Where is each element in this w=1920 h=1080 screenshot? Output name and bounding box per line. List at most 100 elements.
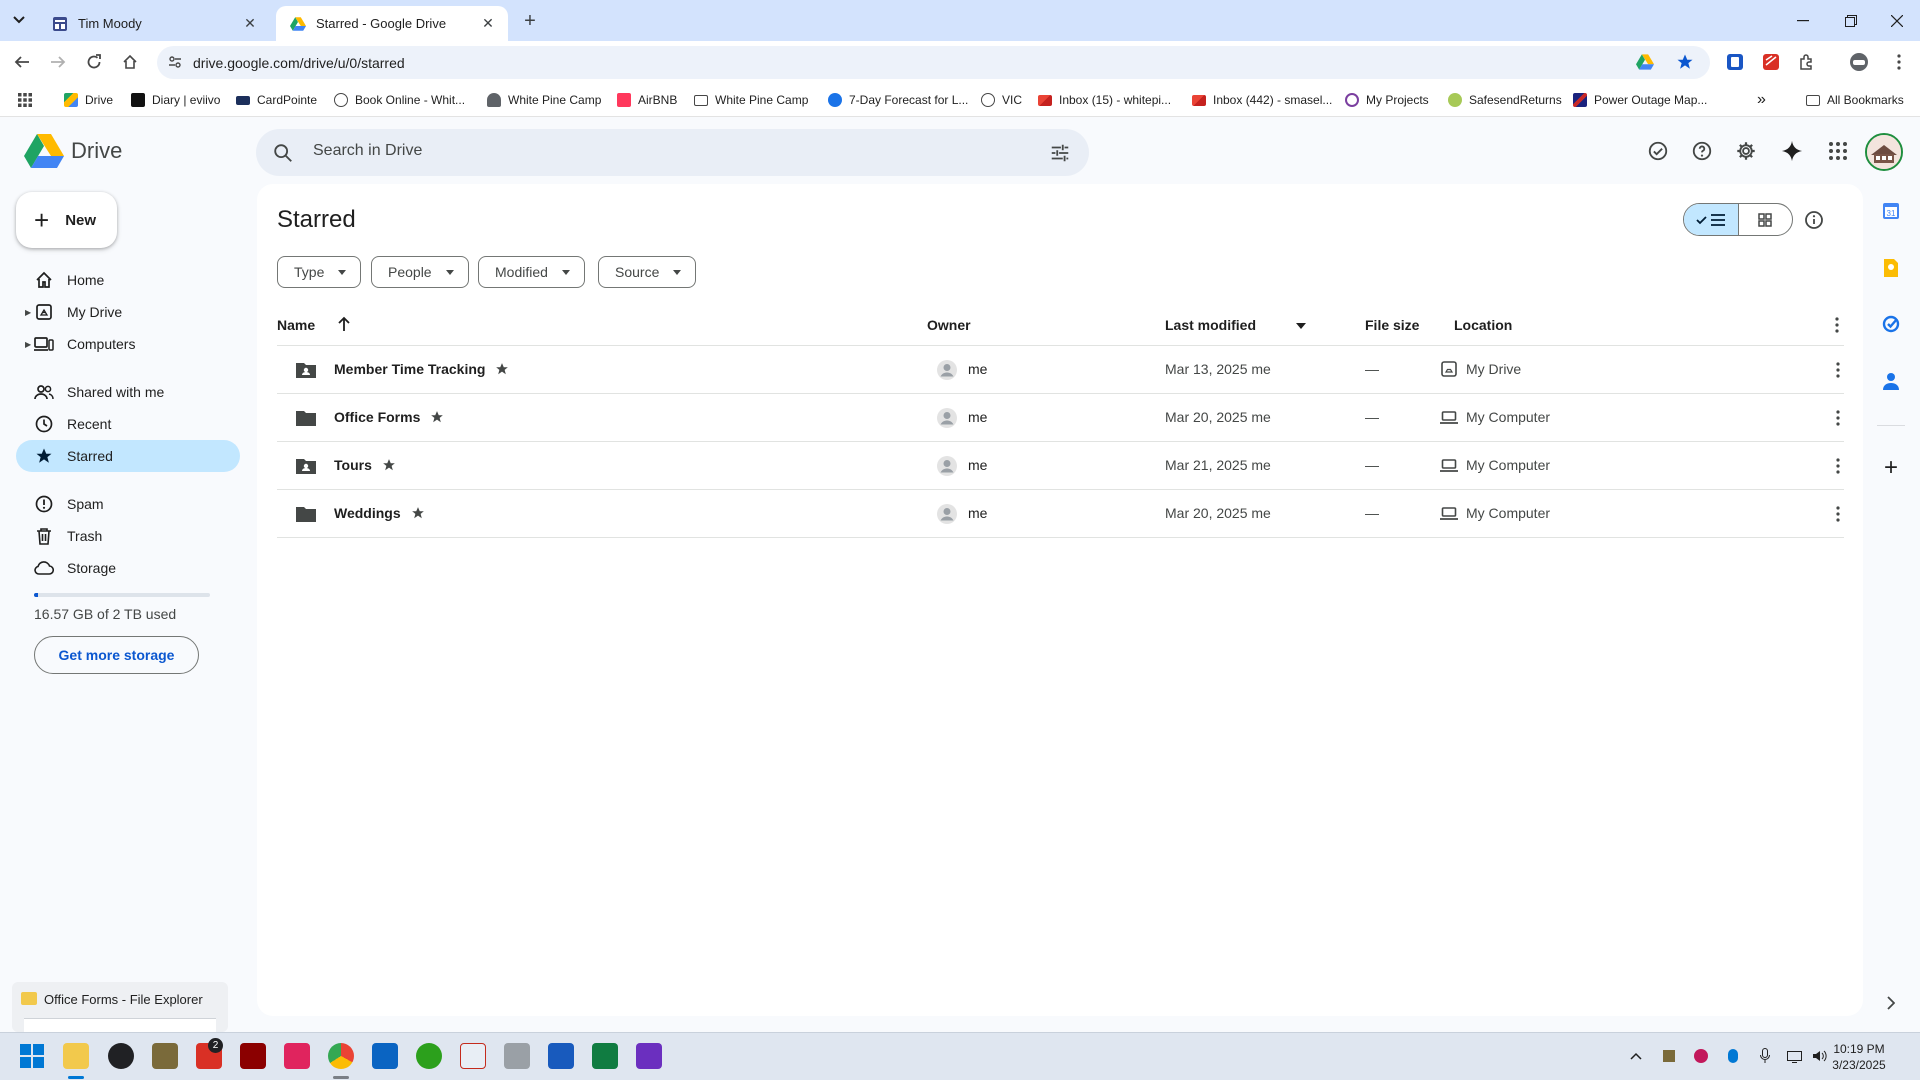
microphone-icon[interactable]: [1756, 1047, 1774, 1065]
app-taskbar-icon[interactable]: [504, 1043, 530, 1069]
bookmark-cardpointe[interactable]: CardPointe: [236, 91, 317, 109]
settings-button[interactable]: [1733, 138, 1759, 164]
location[interactable]: My Drive: [1440, 361, 1521, 377]
bluetooth-icon[interactable]: [1724, 1047, 1742, 1065]
nav-item-my-drive[interactable]: ▶ My Drive: [16, 296, 240, 328]
expand-caret-icon[interactable]: ▶: [25, 340, 31, 349]
nav-item-computers[interactable]: ▶ Computers: [16, 328, 240, 360]
nav-item-home[interactable]: Home: [16, 264, 240, 296]
get-more-storage-button[interactable]: Get more storage: [34, 636, 199, 674]
bookmark-vic[interactable]: VIC: [981, 91, 1022, 109]
more-bookmarks-button[interactable]: »: [1757, 91, 1766, 109]
google-apps-button[interactable]: [1825, 138, 1851, 164]
app-taskbar-icon[interactable]: [636, 1043, 662, 1069]
bookmark-book-online[interactable]: Book Online - Whit...: [334, 91, 465, 109]
show-hidden-icons-button[interactable]: [1627, 1047, 1645, 1065]
search-bar[interactable]: Search in Drive: [256, 129, 1089, 176]
more-actions-icon[interactable]: [1827, 359, 1849, 381]
grid-layout-button[interactable]: [1739, 204, 1793, 235]
bookmark-my-projects[interactable]: My Projects: [1345, 91, 1429, 109]
word-taskbar-icon[interactable]: [548, 1043, 574, 1069]
new-button[interactable]: + New: [16, 192, 117, 248]
home-button[interactable]: [116, 48, 144, 76]
tab-search-button[interactable]: [6, 9, 32, 31]
back-button[interactable]: [8, 48, 36, 76]
bookmark-inbox-smasel[interactable]: Inbox (442) - smasel...: [1192, 91, 1332, 109]
location[interactable]: My Computer: [1440, 457, 1550, 473]
bookmark-inbox-whitepine[interactable]: Inbox (15) - whitepi...: [1038, 91, 1171, 109]
file-row[interactable]: Member Time Tracking me Mar 13, 2025 me — My…: [277, 346, 1844, 394]
tasks-app-icon[interactable]: [1880, 313, 1902, 335]
column-options-icon[interactable]: [1835, 317, 1839, 333]
tray-app-icon[interactable]: [1660, 1047, 1678, 1065]
more-actions-icon[interactable]: [1827, 455, 1849, 477]
close-tab-icon[interactable]: ✕: [478, 14, 498, 34]
app-taskbar-icon[interactable]: [240, 1043, 266, 1069]
nav-item-trash[interactable]: Trash: [16, 520, 240, 552]
nav-item-shared-with-me[interactable]: Shared with me: [16, 376, 240, 408]
bookmark-folder-white-pine-camp[interactable]: White Pine Camp: [694, 91, 808, 109]
file-row[interactable]: Tours me Mar 21, 2025 me — My Computer: [277, 442, 1844, 490]
filter-modified-chip[interactable]: Modified: [478, 256, 585, 288]
drive-logo-text[interactable]: Drive: [71, 138, 122, 164]
bookmark-power-outage[interactable]: Power Outage Map...: [1573, 91, 1707, 109]
account-avatar[interactable]: [1865, 133, 1903, 171]
system-clock[interactable]: 10:19 PM 3/23/2025: [1816, 1041, 1902, 1073]
vivaldi-taskbar-icon[interactable]: [284, 1043, 310, 1069]
sort-caret-icon[interactable]: [1296, 323, 1306, 329]
filter-people-chip[interactable]: People: [371, 256, 469, 288]
bookmark-safesend[interactable]: SafesendReturns: [1448, 91, 1562, 109]
nav-item-storage[interactable]: Storage: [16, 552, 240, 584]
close-window-button[interactable]: [1874, 0, 1920, 41]
close-tab-icon[interactable]: ✕: [240, 14, 260, 34]
extension-blue-icon[interactable]: [1724, 51, 1746, 73]
apps-grid-button[interactable]: [18, 91, 32, 109]
taskbar-window-preview[interactable]: Office Forms - File Explorer: [12, 982, 228, 1032]
gemini-button[interactable]: [1779, 138, 1805, 164]
outlook-taskbar-icon[interactable]: [372, 1043, 398, 1069]
location[interactable]: My Computer: [1440, 505, 1550, 521]
expand-caret-icon[interactable]: ▶: [25, 308, 31, 317]
start-button[interactable]: [19, 1043, 45, 1069]
search-icon[interactable]: [272, 142, 294, 164]
new-tab-button[interactable]: +: [518, 9, 542, 33]
nav-item-recent[interactable]: Recent: [16, 408, 240, 440]
extensions-puzzle-icon[interactable]: [1796, 51, 1818, 73]
minimize-button[interactable]: [1780, 0, 1826, 41]
site-info-icon[interactable]: [168, 55, 182, 69]
bookmark-drive[interactable]: Drive: [64, 91, 113, 109]
snipping-tool-taskbar-icon[interactable]: [460, 1043, 486, 1069]
address-bar[interactable]: drive.google.com/drive/u/0/starred: [157, 46, 1710, 79]
browser-tab-active[interactable]: Starred - Google Drive ✕: [276, 6, 508, 41]
tray-app-icon[interactable]: [1692, 1047, 1710, 1065]
ready-for-offline-button[interactable]: [1645, 138, 1671, 164]
app-taskbar-icon[interactable]: [152, 1043, 178, 1069]
column-last-modified-header[interactable]: Last modified: [1165, 317, 1256, 333]
all-bookmarks-button[interactable]: All Bookmarks: [1806, 91, 1904, 109]
more-actions-icon[interactable]: [1827, 407, 1849, 429]
bookmark-forecast[interactable]: 7-Day Forecast for L...: [828, 91, 968, 109]
bookmark-eviivo[interactable]: Diary | eviivo: [131, 91, 220, 109]
nav-item-starred[interactable]: Starred: [16, 440, 240, 472]
file-row[interactable]: Weddings me Mar 20, 2025 me — My Computer: [277, 490, 1844, 538]
location[interactable]: My Computer: [1440, 409, 1550, 425]
chrome-taskbar-icon[interactable]: [328, 1043, 354, 1069]
contacts-app-icon[interactable]: [1880, 370, 1902, 392]
reload-button[interactable]: [80, 48, 108, 76]
keep-app-icon[interactable]: [1880, 257, 1902, 279]
calendar-app-icon[interactable]: 31: [1880, 200, 1902, 222]
filter-source-chip[interactable]: Source: [598, 256, 697, 288]
file-name[interactable]: Tours: [334, 457, 396, 473]
hide-side-panel-button[interactable]: [1880, 992, 1902, 1014]
restore-button[interactable]: [1828, 0, 1874, 41]
bookmark-white-pine-camp[interactable]: White Pine Camp: [487, 91, 601, 109]
filter-type-chip[interactable]: Type: [277, 256, 362, 288]
file-explorer-taskbar-icon[interactable]: [63, 1043, 89, 1069]
app-taskbar-icon[interactable]: [108, 1043, 134, 1069]
file-name[interactable]: Member Time Tracking: [334, 361, 509, 377]
search-options-icon[interactable]: [1049, 142, 1071, 164]
bookmark-airbnb[interactable]: AirBNB: [617, 91, 677, 109]
bookmark-star-icon[interactable]: [1674, 51, 1696, 73]
file-name[interactable]: Office Forms: [334, 409, 444, 425]
file-name[interactable]: Weddings: [334, 505, 425, 521]
